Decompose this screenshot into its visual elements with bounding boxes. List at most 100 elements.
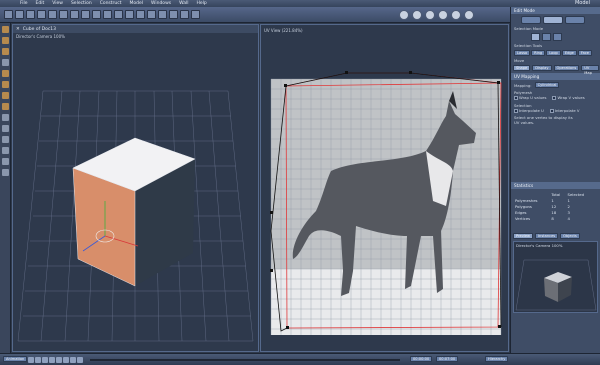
timecode-end[interactable]: 00:07:00 [436,356,459,362]
move-tool-icon[interactable] [15,10,24,19]
mapping-dropdown[interactable]: Cylindrical [534,82,560,88]
measure-icon[interactable] [2,169,9,176]
wrap-v-checkbox[interactable] [552,96,557,100]
shell-tool-icon[interactable] [147,10,156,19]
uv-tool-icon[interactable] [191,10,200,19]
menu-construct[interactable]: Construct [100,1,122,6]
select-tool-icon[interactable] [4,10,13,19]
tab-instances[interactable]: Instances [535,233,559,239]
hand-icon[interactable] [2,26,9,33]
playback-controls [28,357,84,363]
vertex-mode-button[interactable] [543,16,563,24]
menu-wall[interactable]: Wall [179,1,188,6]
grid-icon[interactable] [2,147,9,154]
smooth-tool-icon[interactable] [92,10,101,19]
track-icon[interactable] [2,92,9,99]
face-button[interactable]: Face [577,50,593,56]
record-icon[interactable] [77,357,83,363]
sphere-icon[interactable] [438,10,448,20]
sculpt-tool-icon[interactable] [169,10,178,19]
brush-icon[interactable] [412,10,422,20]
viewport-tab-label: Cube of Doc13 [22,26,57,32]
right-panel: Edit Mode Selection Mode Selection Tools… [510,7,600,353]
bevel-tool-icon[interactable] [59,10,68,19]
subdivide-tool-icon[interactable] [103,10,112,19]
render-icon[interactable] [425,10,435,20]
timeline-track[interactable] [90,359,400,361]
ring-button[interactable]: Ring [531,50,546,56]
face-mode-button[interactable] [565,16,585,24]
perspective-scene[interactable] [13,41,258,351]
close-icon[interactable]: ✕ [16,27,20,32]
weld-tool-icon[interactable] [81,10,90,19]
eye-icon[interactable] [2,125,9,132]
rotate-tool-icon[interactable] [26,10,35,19]
interpolate-u-checkbox[interactable] [514,109,518,113]
play-reverse-icon[interactable] [42,357,48,363]
tab-uv-map[interactable]: UV Map [581,65,599,75]
menu-selection[interactable]: Selection [71,1,92,6]
fast-forward-icon[interactable] [70,357,76,363]
menu-edit[interactable]: Edit [36,1,45,6]
object-mode-button[interactable] [521,16,541,24]
edit-mode-header: Edit Mode [511,7,600,14]
tab-objects[interactable]: Objects [560,233,580,239]
rewind-icon[interactable] [28,357,34,363]
panel-tabs: Shape Display Operations UV Map [511,65,600,75]
uv-viewport[interactable]: UV View (221.84%) [260,24,509,352]
bridge-tool-icon[interactable] [114,10,123,19]
roll-icon[interactable] [2,103,9,110]
timecode-current[interactable]: 00:00:00 [410,356,433,362]
lasso-button[interactable]: Lasso [514,50,531,56]
edit-mode-buttons [511,14,600,26]
knife-tool-icon[interactable] [125,10,134,19]
tab-display[interactable]: Display [532,65,552,71]
interpolate-v-checkbox[interactable] [549,109,554,113]
tab-operations[interactable]: Operations [553,65,580,71]
orbit-icon[interactable] [2,48,9,55]
rotate-view-icon[interactable] [2,81,9,88]
menu-file[interactable]: File [20,1,28,6]
cut-tool-icon[interactable] [70,10,79,19]
menu-windows[interactable]: Windows [151,1,171,6]
zoom-icon[interactable] [2,59,9,66]
wrap-v-label: Wrap V values [557,95,585,100]
step-forward-icon[interactable] [63,357,69,363]
camera-icon[interactable] [451,10,461,20]
edge-button[interactable]: Edge [561,50,577,56]
toolbar-right [395,7,510,23]
point-select-icon[interactable] [531,33,540,41]
pan-icon[interactable] [2,70,9,77]
menu-model[interactable]: Model [129,1,143,6]
scale-tool-icon[interactable] [37,10,46,19]
pencil-icon[interactable] [399,10,409,20]
hierarchy-button[interactable]: Hierarchy [485,356,509,362]
selection-tools: Lasso Ring Loop Edge Face [511,48,600,58]
mirror-tool-icon[interactable] [136,10,145,19]
uv-scene[interactable] [261,31,508,351]
snap-icon[interactable] [2,158,9,165]
edge-select-icon[interactable] [542,33,551,41]
preview-pane[interactable]: Director's Camera 100% [513,241,598,313]
extrude-tool-icon[interactable] [48,10,57,19]
animation-button[interactable]: Animation [3,356,28,362]
dolly-icon[interactable] [2,37,9,44]
face-select-icon[interactable] [553,33,562,41]
paint-tool-icon[interactable] [180,10,189,19]
light-icon[interactable] [464,10,474,20]
frame-icon[interactable] [2,114,9,121]
perspective-viewport[interactable]: ✕ Cube of Doc13 Director's Camera 100% [12,24,259,352]
tab-preview[interactable]: Preview [513,233,533,239]
menu-help[interactable]: Help [197,1,207,6]
viewport-tab[interactable]: ✕ Cube of Doc13 [13,25,258,33]
tab-shape[interactable]: Shape [513,65,531,71]
loop-button[interactable]: Loop [546,50,561,56]
menu-view[interactable]: View [52,1,63,6]
step-back-icon[interactable] [35,357,41,363]
wrap-u-checkbox[interactable] [514,96,518,100]
stop-icon[interactable] [49,357,55,363]
interpolate-v-label: Interpolate V [554,108,580,113]
magnet-tool-icon[interactable] [158,10,167,19]
play-icon[interactable] [56,357,62,363]
light-view-icon[interactable] [2,136,9,143]
